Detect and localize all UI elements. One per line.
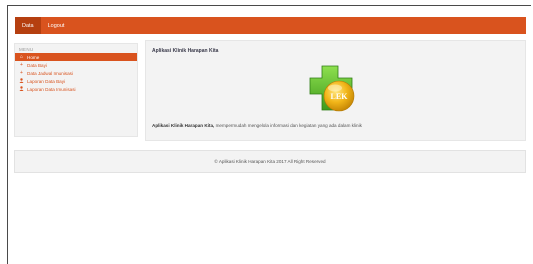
sidebar-item-label: Data Bayi xyxy=(27,62,47,68)
sidebar-item-laporan-data-imunisasi[interactable]: Laporan Data Imunisasi xyxy=(15,85,137,93)
sidebar-item-label: Laporan Data Imunisasi xyxy=(27,86,76,92)
user-icon xyxy=(19,77,24,85)
sidebar-item-data-jadwal-imunisasi[interactable]: + Data Jadwal Imunisasi xyxy=(15,69,137,77)
home-icon: ⌂ xyxy=(19,54,24,60)
sidebar-item-label: Home xyxy=(27,54,40,60)
sidebar-item-home[interactable]: ⌂ Home xyxy=(15,53,137,61)
footer-copyright: © Aplikasi Klinik Harapan Kita 2017 All … xyxy=(214,159,326,164)
sidebar-menu-header: MENU xyxy=(19,47,34,52)
user-icon xyxy=(19,85,24,93)
page-footer: © Aplikasi Klinik Harapan Kita 2017 All … xyxy=(14,150,526,173)
sidebar-item-laporan-data-bayi[interactable]: Laporan Data Bayi xyxy=(15,77,137,85)
sidebar-item-label: Laporan Data Bayi xyxy=(27,78,66,84)
sidebar-item-label: Data Jadwal Imunisasi xyxy=(27,70,73,76)
plus-icon: + xyxy=(20,70,23,76)
top-navbar: Data Logout xyxy=(15,17,526,34)
main-content-panel: Aplikasi Klinik Harapan Kita LEK Aplikas… xyxy=(145,40,526,141)
nav-data-link[interactable]: Data xyxy=(15,17,41,34)
page-title: Aplikasi Klinik Harapan Kita xyxy=(152,48,219,54)
sidebar-menu: MENU ⌂ Home + Data Bayi + Data Jadwal Im… xyxy=(14,43,138,137)
clinic-logo: LEK xyxy=(309,65,355,112)
sidebar-item-data-bayi[interactable]: + Data Bayi xyxy=(15,61,137,69)
description-bold: Aplikasi Klinik Harapan Kita, xyxy=(152,123,215,128)
description-text: mempermudah mengelola informasi dan kegi… xyxy=(214,123,362,128)
app-description: Aplikasi Klinik Harapan Kita, mempermuda… xyxy=(152,123,362,128)
logo-text: LEK xyxy=(331,92,349,101)
nav-logout-link[interactable]: Logout xyxy=(41,17,72,34)
plus-icon: + xyxy=(20,62,23,68)
